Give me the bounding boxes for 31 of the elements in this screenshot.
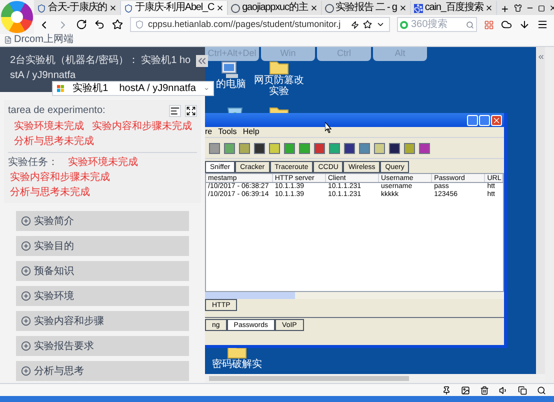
desktop-icon-label: 网页防篡改实验 <box>253 75 305 97</box>
machine-info: 2台实验机（机器名/密码）： 实验机1 hostA / yJ9nnatfa <box>10 55 191 81</box>
section-header[interactable]: 实验报告要求 <box>16 336 189 356</box>
task-label: tarea de experimento: <box>8 104 106 118</box>
menu-item[interactable]: Help <box>242 128 260 136</box>
bookmark-item[interactable]: Drcom上网端 <box>4 35 74 45</box>
task-status: 实验环境未完成 <box>14 120 84 134</box>
mission-status: 实验内容和步骤未完成 <box>10 170 110 185</box>
menu-item[interactable]: re <box>205 128 212 136</box>
menu-item[interactable]: Tools <box>218 128 237 136</box>
desktop-icon-label: 的电脑 <box>215 79 247 90</box>
mission-label: 实验任务： <box>8 156 58 170</box>
section-header[interactable]: 预备知识 <box>16 261 189 281</box>
new-tab-button[interactable]: + <box>497 3 512 15</box>
section-header[interactable]: 实验简介 <box>16 211 189 231</box>
task-status: 分析与思考未完成 <box>14 134 94 149</box>
search-field[interactable]: 360搜索 <box>397 17 477 32</box>
section-header[interactable]: 实验环境 <box>16 286 189 306</box>
browser-tab[interactable]: gaojiappxuc的主 <box>228 1 322 15</box>
mission-status: 分析与思考未完成 <box>10 186 90 200</box>
url-text: cppsu.hetianlab.com//pages/student/stumonitor.j <box>148 18 341 31</box>
task-status: 实验内容和步骤未完成 <box>92 120 192 134</box>
section-header[interactable]: 实验内容和步骤 <box>16 311 189 331</box>
desktop-icon-label: 密码破解实 <box>211 359 263 370</box>
section-header[interactable]: 实验目的 <box>16 236 189 256</box>
browser-tab[interactable]: 实验报告 二 - g <box>322 1 411 15</box>
mission-status: 实验环境未完成 <box>68 156 138 170</box>
section-header[interactable]: 分析与思考 <box>16 361 189 381</box>
browser-tab[interactable]: 于康庆-利用Abel_C <box>121 1 228 15</box>
address-bar[interactable]: cppsu.hetianlab.com//pages/student/stumonitor.j <box>130 17 390 32</box>
machine-select[interactable]: 实验机1 hostA / yJ9nnatfa <box>52 81 214 96</box>
